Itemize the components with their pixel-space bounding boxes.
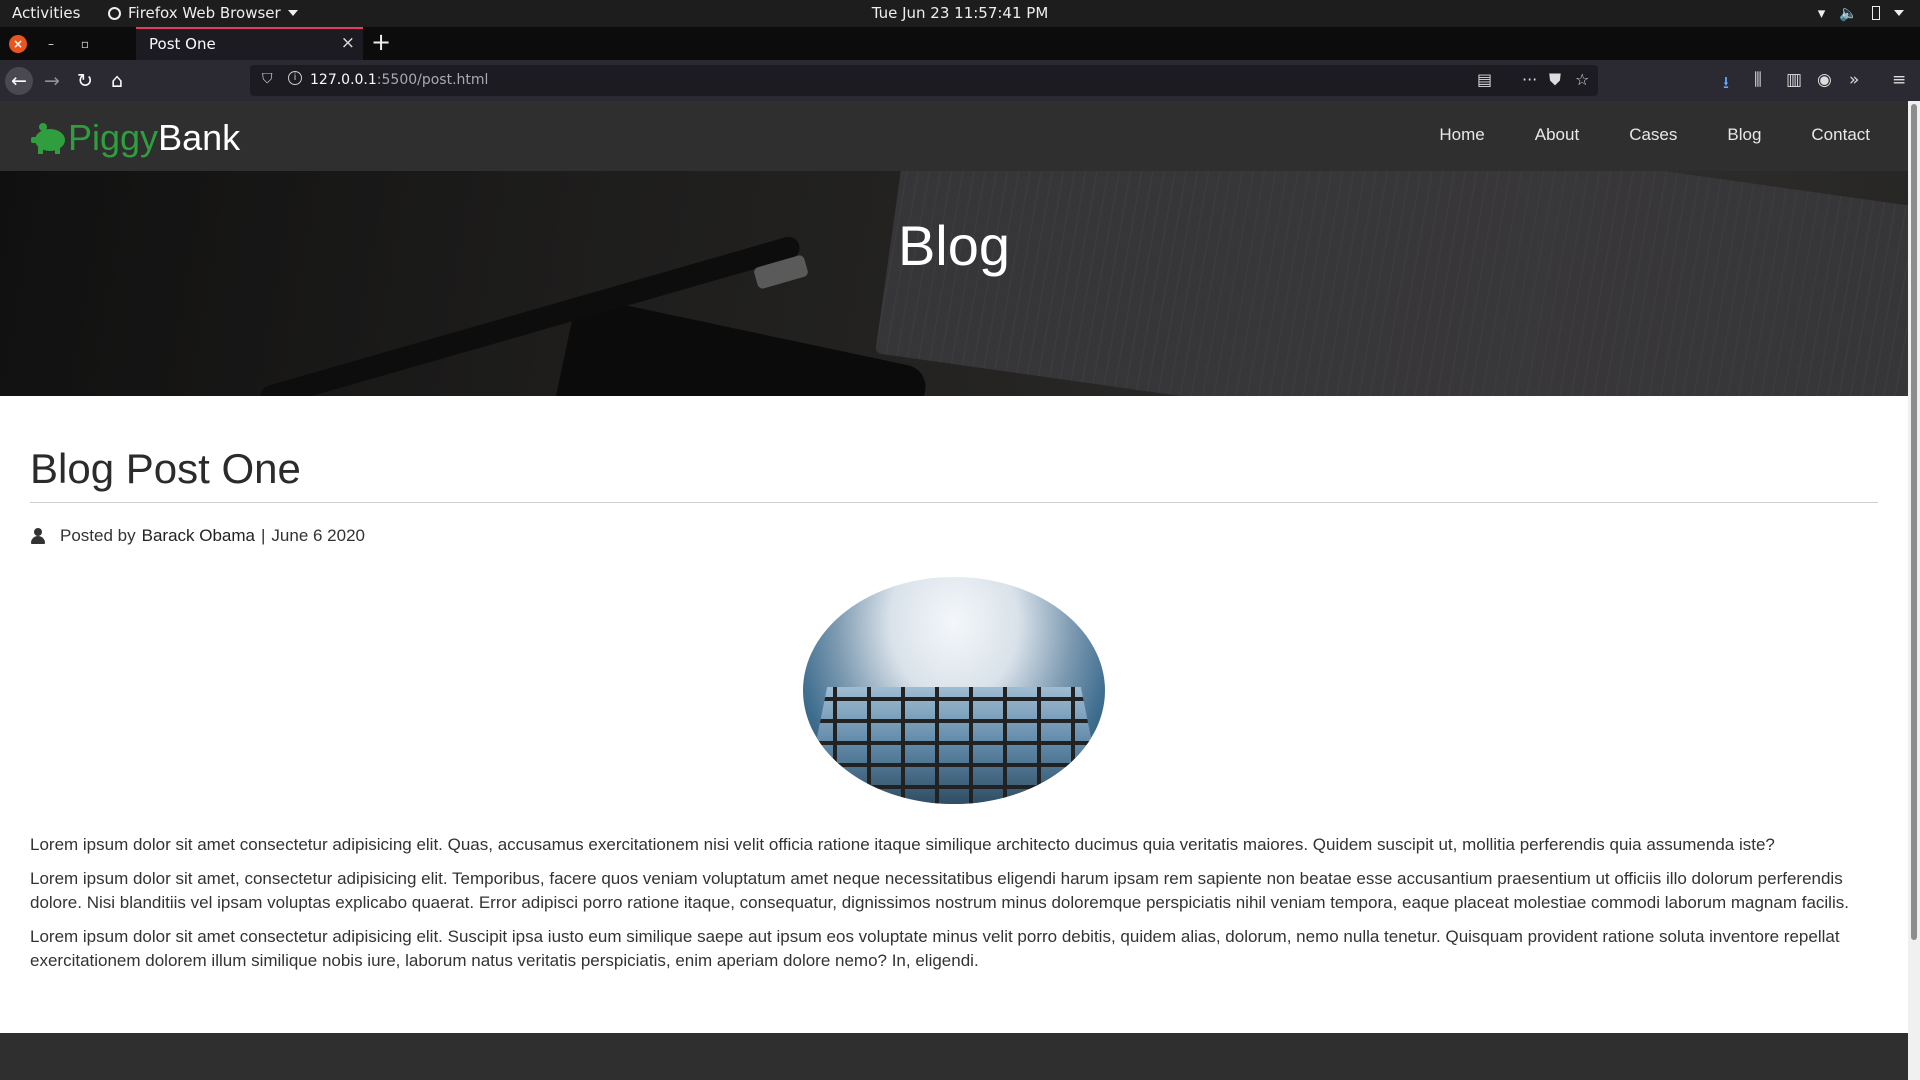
title-divider	[30, 502, 1878, 503]
nav-link-about[interactable]: About	[1535, 125, 1579, 145]
url-bar[interactable]: ⛉ i 127.0.0.1:5500/post.html ▤ ··· ⛊ ☆	[250, 65, 1598, 96]
system-tray[interactable]: ▾ 🔈	[1818, 4, 1904, 22]
battery-icon	[1872, 6, 1880, 20]
pocket-icon[interactable]: ⛊	[1549, 70, 1561, 90]
posted-by-label: Posted by	[60, 526, 136, 545]
web-page: Piggy Bank Home About Cases Blog Contact …	[0, 101, 1908, 1080]
url-host: 127.0.0.1	[310, 72, 377, 88]
chevron-down-icon	[1894, 10, 1904, 16]
bookmark-star-icon[interactable]: ☆	[1575, 70, 1589, 89]
user-icon	[30, 528, 46, 544]
activities-button[interactable]: Activities	[12, 4, 80, 22]
page-scrollbar[interactable]	[1908, 101, 1920, 1080]
hero-banner: Blog	[0, 171, 1908, 396]
chevron-down-icon	[287, 10, 298, 16]
firefox-icon	[108, 6, 121, 20]
post-paragraph: Lorem ipsum dolor sit amet, consectetur …	[30, 869, 1849, 912]
post-image	[803, 577, 1105, 804]
post-author: Barack Obama	[141, 526, 255, 545]
tab-close-icon[interactable]: ×	[341, 33, 355, 53]
post-date: June 6 2020	[271, 526, 366, 545]
app-menu-label: Firefox Web Browser	[128, 4, 281, 22]
hero-overlay	[0, 171, 1908, 396]
menu-hamburger-icon[interactable]: ≡	[1892, 70, 1906, 90]
site-nav-links: Home About Cases Blog Contact	[1439, 125, 1870, 145]
window-close-icon[interactable]: ×	[9, 35, 27, 53]
shield-icon[interactable]: ⛉	[262, 71, 273, 87]
reader-view-icon[interactable]: ▤	[1477, 70, 1492, 89]
volume-icon: 🔈	[1839, 4, 1858, 22]
url-path: :5500/post.html	[376, 72, 489, 88]
window-minimize-icon[interactable]: –	[42, 35, 60, 53]
reload-icon[interactable]: ↻	[71, 67, 99, 95]
scrollbar-thumb[interactable]	[1911, 104, 1917, 940]
nav-link-contact[interactable]: Contact	[1811, 125, 1870, 145]
app-menu[interactable]: Firefox Web Browser	[108, 4, 298, 22]
post-paragraph: Lorem ipsum dolor sit amet consectetur a…	[30, 835, 1775, 854]
more-actions-icon[interactable]: ···	[1522, 70, 1537, 89]
navigation-toolbar: ← → ↻ ⌂ ⛉ i 127.0.0.1:5500/post.html ▤ ·…	[0, 60, 1920, 101]
system-top-bar: Activities Firefox Web Browser Tue Jun 2…	[0, 0, 1920, 27]
tab-post-one[interactable]: Post One ×	[136, 27, 363, 60]
post-paragraph: Lorem ipsum dolor sit amet consectetur a…	[30, 927, 1840, 970]
site-navbar: Piggy Bank Home About Cases Blog Contact	[0, 101, 1908, 171]
post-image-building	[803, 687, 1105, 804]
info-icon[interactable]: i	[288, 71, 302, 85]
logo-piggy: Piggy	[68, 117, 159, 158]
back-arrow-icon[interactable]: ←	[5, 67, 33, 95]
new-tab-icon[interactable]: +	[371, 28, 391, 56]
meta-separator: |	[261, 526, 266, 545]
downloads-icon[interactable]: ⭳	[1723, 70, 1729, 99]
library-icon[interactable]: ⫼	[1754, 70, 1762, 90]
nav-link-cases[interactable]: Cases	[1629, 125, 1677, 145]
clock[interactable]: Tue Jun 23 11:57:41 PM	[872, 4, 1049, 22]
overflow-chevron-icon[interactable]: »	[1849, 70, 1859, 90]
wifi-icon: ▾	[1817, 4, 1826, 22]
post-meta: Posted by Barack Obama | June 6 2020	[30, 526, 365, 546]
nav-link-home[interactable]: Home	[1439, 125, 1484, 145]
account-icon[interactable]: ◉	[1817, 70, 1832, 90]
url-text[interactable]: 127.0.0.1:5500/post.html	[310, 72, 488, 88]
nav-link-blog[interactable]: Blog	[1727, 125, 1761, 145]
post-title: Blog Post One	[30, 445, 301, 492]
site-logo[interactable]: Piggy Bank	[30, 117, 240, 159]
piggy-bank-icon	[31, 123, 65, 154]
hero-title: Blog	[897, 214, 1011, 277]
logo-bank: Bank	[158, 117, 241, 158]
window-restore-icon[interactable]: ▫	[76, 35, 94, 53]
forward-arrow-icon[interactable]: →	[38, 67, 66, 95]
site-footer	[0, 1033, 1908, 1080]
tab-title: Post One	[149, 35, 216, 53]
home-icon[interactable]: ⌂	[103, 67, 131, 95]
tab-strip: × – ▫ Post One × +	[0, 27, 1920, 60]
sidebar-icon[interactable]: ▥	[1786, 70, 1802, 90]
